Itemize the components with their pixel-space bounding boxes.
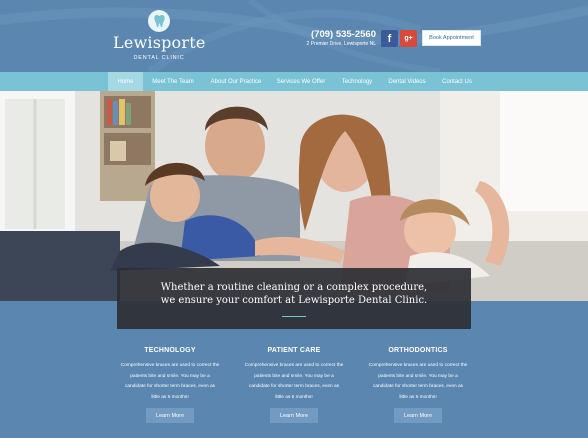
nav-item-home[interactable]: Home (108, 72, 143, 91)
site-header: Lewisporte DENTAL CLINIC (709) 535-2560 … (0, 0, 588, 72)
hero-caption: Whether a routine cleaning or a complex … (117, 268, 471, 329)
tooth-icon (148, 10, 170, 32)
patient-care-learn-more-button[interactable]: Learn More (270, 408, 318, 423)
header-swirl-decoration (0, 0, 588, 72)
googleplus-icon[interactable]: g+ (400, 30, 417, 47)
feature-title: TECHNOLOGY (144, 347, 196, 354)
feature-line: candidate for shorter term braces, even … (372, 384, 464, 389)
feature-description: Comprehensive braces are used to correct… (363, 361, 473, 403)
feature-line: Comprehensive braces are used to correct… (244, 363, 344, 368)
facebook-icon[interactable]: f (381, 30, 398, 47)
feature-line: candidate for shorter term braces, even … (124, 384, 216, 389)
feature-line: patients bite and smile. You may be a (130, 373, 210, 379)
logo-subtitle: DENTAL CLINIC (133, 55, 185, 61)
logo-name: Lewisporte (113, 33, 206, 52)
feature-line: candidate for shorter term braces, even … (248, 384, 340, 389)
caption-divider (282, 316, 306, 317)
book-appointment-button[interactable]: Book Appointment (422, 30, 481, 46)
feature-description: Comprehensive braces are used to correct… (239, 361, 349, 403)
nav-item-services-we-offer[interactable]: Services We Offer (271, 72, 331, 91)
main-nav: Home Meet The Team About Our Practice Se… (0, 72, 588, 91)
nav-item-dental-videos[interactable]: Dental Videos (383, 72, 431, 91)
hero-caption-text: Whether a routine cleaning or a complex … (117, 281, 471, 307)
nav-item-meet-the-team[interactable]: Meet The Team (145, 72, 201, 91)
feature-line: little as 6 months! (399, 394, 437, 400)
hero-caption-line-2: we ensure your comfort at Lewisporte Den… (160, 295, 428, 306)
nav-item-about-our-practice[interactable]: About Our Practice (203, 72, 269, 91)
feature-line: little as 6 months! (151, 394, 189, 400)
phone-number[interactable]: (709) 535-2560 (300, 29, 376, 40)
orthodontics-learn-more-button[interactable]: Learn More (394, 408, 442, 423)
feature-technology: TECHNOLOGY Comprehensive braces are used… (115, 347, 225, 403)
nav-item-technology[interactable]: Technology (333, 72, 381, 91)
feature-line: patients bite and smile. You may be a (378, 373, 458, 379)
clinic-logo[interactable]: Lewisporte DENTAL CLINIC (113, 10, 205, 62)
nav-item-contact-us[interactable]: Contact Us (434, 72, 480, 91)
feature-title: PATIENT CARE (267, 347, 321, 354)
feature-line: patients bite and smile. You may be a (254, 373, 334, 379)
feature-description: Comprehensive braces are used to correct… (115, 361, 225, 403)
hero-caption-line-1: Whether a routine cleaning or a complex … (160, 282, 428, 293)
feature-line: Comprehensive braces are used to correct… (120, 363, 220, 368)
feature-orthodontics: ORTHODONTICS Comprehensive braces are us… (363, 347, 473, 403)
feature-line: little as 6 months! (275, 394, 313, 400)
technology-learn-more-button[interactable]: Learn More (146, 408, 194, 423)
feature-line: Comprehensive braces are used to correct… (368, 363, 468, 368)
address: 2 Premier Drive, Lewisporte NL (306, 41, 376, 47)
feature-patient-care: PATIENT CARE Comprehensive braces are us… (239, 347, 349, 403)
feature-title: ORTHODONTICS (388, 347, 448, 354)
